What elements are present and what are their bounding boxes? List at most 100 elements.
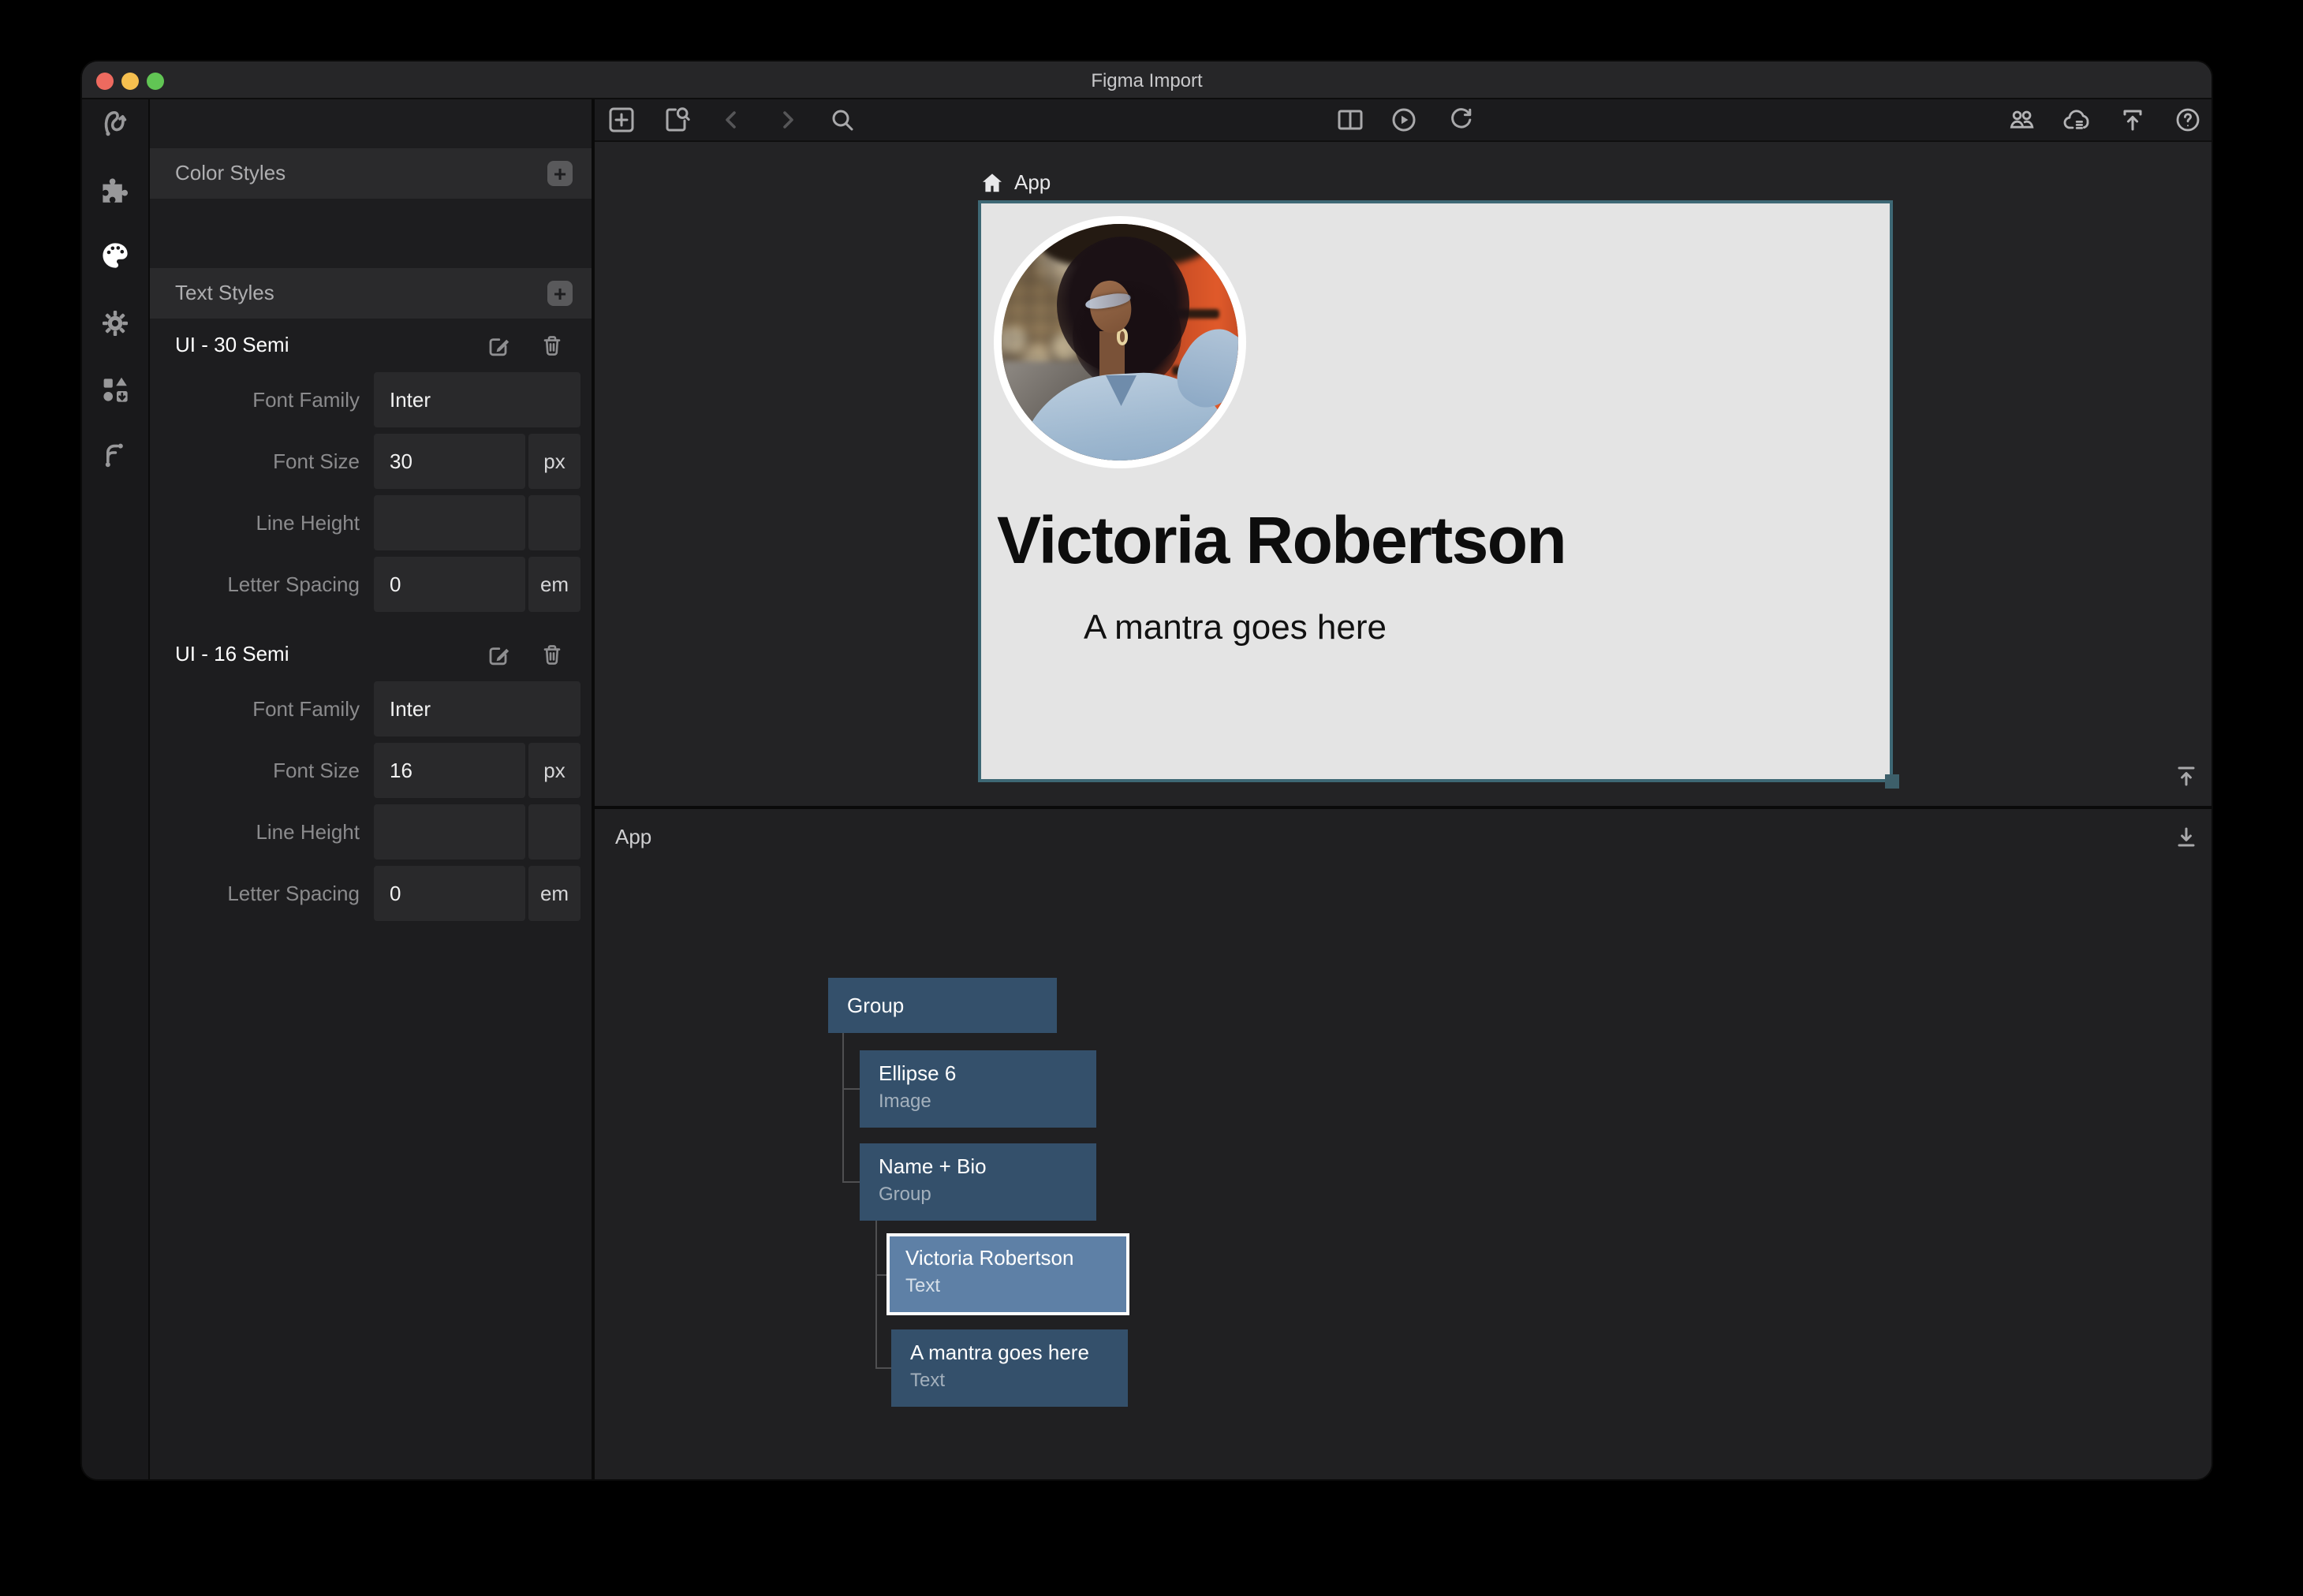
font-size-input[interactable]: 16 — [374, 743, 525, 798]
text-style-row: UI - 30 Semi — [150, 319, 592, 372]
text-style-name: UI - 16 Semi — [175, 628, 289, 681]
line-height-unit[interactable] — [528, 804, 580, 860]
tree-node-title: A mantra goes here — [910, 1341, 1089, 1364]
window-title: Figma Import — [82, 62, 2212, 99]
settings-icon[interactable] — [98, 306, 133, 341]
font-family-input[interactable]: Inter — [374, 681, 580, 736]
tree-connector — [875, 1221, 877, 1369]
color-styles-title: Color Styles — [175, 148, 286, 199]
plugins-icon[interactable] — [98, 173, 133, 208]
tree-connector — [842, 1181, 860, 1183]
field-label: Font Size — [150, 743, 360, 798]
tree-node-title: Victoria Robertson — [905, 1246, 1073, 1270]
color-styles-header: Color Styles + — [150, 148, 592, 199]
main-area: App — [595, 99, 2212, 1479]
font-size-unit[interactable]: px — [528, 743, 580, 798]
card-tagline-text[interactable]: A mantra goes here — [997, 607, 1473, 648]
selection-resize-handle[interactable] — [1885, 774, 1899, 789]
back-icon[interactable] — [716, 104, 748, 136]
font-family-row: Font Family Inter — [150, 681, 592, 736]
line-height-unit[interactable] — [528, 495, 580, 550]
font-size-unit[interactable]: px — [528, 434, 580, 489]
letter-spacing-row: Letter Spacing 0 em — [150, 557, 592, 612]
letter-spacing-input[interactable]: 0 — [374, 866, 525, 921]
text-style-name: UI - 30 Semi — [175, 319, 289, 372]
tree-node-subtitle: Group — [879, 1183, 931, 1205]
font-family-input[interactable]: Inter — [374, 372, 580, 427]
card-name-text[interactable]: Victoria Robertson — [997, 503, 1473, 579]
search-icon[interactable] — [827, 104, 858, 136]
text-styles-title: Text Styles — [175, 268, 274, 319]
collapse-down-icon[interactable] — [2170, 822, 2202, 853]
tree-node-subtitle: Text — [905, 1274, 940, 1296]
field-label: Line Height — [150, 495, 360, 550]
letter-spacing-unit[interactable]: em — [528, 557, 580, 612]
tree-node-title: Ellipse 6 — [879, 1061, 956, 1085]
tree-connector — [842, 1033, 844, 1181]
desktop: Figma Import — [0, 0, 2303, 1596]
styles-palette-icon[interactable] — [98, 238, 133, 273]
add-text-style-button[interactable]: + — [547, 281, 573, 306]
edit-style-icon[interactable] — [484, 640, 513, 669]
delete-style-icon[interactable] — [538, 331, 566, 360]
avatar[interactable] — [994, 216, 1246, 468]
tree-node-victoria-selected[interactable]: Victoria Robertson Text — [886, 1233, 1129, 1315]
add-color-style-button[interactable]: + — [547, 161, 573, 186]
help-icon[interactable] — [2172, 104, 2204, 136]
line-height-input[interactable] — [374, 804, 525, 860]
tree-node-ellipse[interactable]: Ellipse 6 Image — [860, 1050, 1096, 1128]
tree-connector — [875, 1367, 891, 1369]
split-columns-icon[interactable] — [1334, 104, 1366, 136]
edit-style-icon[interactable] — [484, 331, 513, 360]
font-family-row: Font Family Inter — [150, 372, 592, 427]
figma-import-window: Figma Import — [82, 62, 2212, 1479]
text-style-row: UI - 16 Semi — [150, 628, 592, 681]
home-icon — [981, 171, 1003, 193]
app-frame[interactable]: Victoria Robertson A mantra goes here — [978, 200, 1893, 782]
field-label: Font Family — [150, 681, 360, 736]
main-toolbar — [595, 99, 2212, 142]
avatar-photo — [1002, 224, 1238, 461]
field-label: Letter Spacing — [150, 866, 360, 921]
tree-panel-title: App — [615, 825, 651, 848]
field-label: Font Family — [150, 372, 360, 427]
tool-rail — [82, 99, 150, 1479]
breadcrumb[interactable]: App — [981, 170, 1051, 194]
tree-node-mantra[interactable]: A mantra goes here Text — [891, 1329, 1128, 1407]
line-height-input[interactable] — [374, 495, 525, 550]
titlebar: Figma Import — [82, 62, 2212, 99]
font-size-row: Font Size 16 px — [150, 743, 592, 798]
collaborators-icon[interactable] — [2006, 104, 2038, 136]
refresh-icon[interactable] — [1445, 104, 1476, 136]
line-height-row: Line Height — [150, 804, 592, 860]
add-frame-icon[interactable] — [606, 104, 637, 136]
name-bio-group[interactable]: Victoria Robertson A mantra goes here — [997, 503, 1473, 648]
field-label: Letter Spacing — [150, 557, 360, 612]
tree-node-subtitle: Text — [910, 1369, 945, 1391]
font-size-row: Font Size 30 px — [150, 434, 592, 489]
collapse-up-icon[interactable] — [2170, 760, 2202, 792]
cloud-sync-icon[interactable] — [2062, 104, 2093, 136]
flow-icon[interactable] — [98, 104, 133, 139]
letter-spacing-unit[interactable]: em — [528, 866, 580, 921]
letter-spacing-input[interactable]: 0 — [374, 557, 525, 612]
delete-style-icon[interactable] — [538, 640, 566, 669]
tree-node-group[interactable]: Group — [828, 978, 1057, 1033]
forward-icon[interactable] — [771, 104, 803, 136]
letter-spacing-row: Letter Spacing 0 em — [150, 866, 592, 921]
tree-node-title: Group — [828, 978, 1057, 1033]
upload-icon[interactable] — [2117, 104, 2148, 136]
layer-tree-panel: App Group Ellipse 6 — [595, 806, 2212, 1479]
branch-icon[interactable] — [98, 437, 133, 472]
text-styles-header: Text Styles + — [150, 268, 592, 319]
play-icon[interactable] — [1388, 104, 1420, 136]
font-size-input[interactable]: 30 — [374, 434, 525, 489]
page-search-icon[interactable] — [661, 104, 692, 136]
tree-node-title: Name + Bio — [879, 1154, 987, 1178]
line-height-row: Line Height — [150, 495, 592, 550]
tree-connector — [842, 1088, 860, 1090]
design-canvas[interactable]: App — [595, 142, 2212, 806]
tree-node-name-bio[interactable]: Name + Bio Group — [860, 1143, 1096, 1221]
assets-icon[interactable] — [98, 372, 133, 407]
tree-node-subtitle: Image — [879, 1090, 931, 1112]
